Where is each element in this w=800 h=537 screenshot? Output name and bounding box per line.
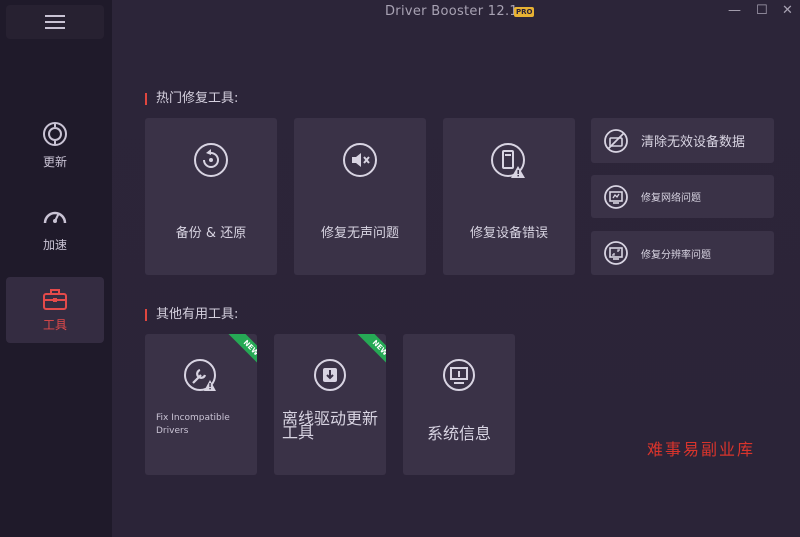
fix-no-sound-label: 修复无声问题 <box>320 226 399 241</box>
system-info-label: 系统信息 <box>426 424 491 443</box>
main-panel: Driver Booster 12.1 PRO — ☐ ✕ 热门修复工具: 备份… <box>112 0 800 537</box>
pro-badge: PRO <box>514 7 535 17</box>
fix-incompatible-drivers-card[interactable]: NEW Fix Incompatible Drivers <box>145 334 257 475</box>
system-info-icon <box>443 359 475 391</box>
app-title: Driver Booster 12.1 <box>385 4 518 19</box>
backup-restore-label: 备份 & 还原 <box>175 226 247 241</box>
offline-driver-update-card[interactable]: NEW 离线驱动更新工具 <box>274 334 386 475</box>
fix-network-label: 修复网络问题 <box>641 193 701 204</box>
close-button[interactable]: ✕ <box>782 3 793 18</box>
new-badge: NEW <box>223 334 257 368</box>
sidebar-item-label: 工具 <box>42 317 67 332</box>
sidebar-item-speedup[interactable]: 加速 <box>6 195 104 261</box>
sidebar-item-label: 更新 <box>42 154 67 169</box>
title-bar: Driver Booster 12.1 PRO — ☐ ✕ <box>112 0 800 26</box>
fix-resolution-card[interactable]: 修复分辨率问题 <box>591 231 774 275</box>
network-fix-icon <box>604 184 628 209</box>
sidebar: 更新 加速 工具 <box>0 0 112 537</box>
offline-driver-update-label: 离线驱动更新工具 <box>282 409 379 442</box>
clean-device-icon <box>604 128 628 153</box>
fix-driver-icon <box>184 359 216 391</box>
device-error-icon <box>491 143 525 178</box>
sidebar-item-tools[interactable]: 工具 <box>6 277 104 343</box>
speedometer-icon <box>43 211 67 223</box>
fix-device-error-card[interactable]: 修复设备错误 <box>443 118 575 275</box>
sidebar-item-update[interactable]: 更新 <box>6 112 104 178</box>
fix-resolution-label: 修复分辨率问题 <box>641 249 711 261</box>
minimize-button[interactable]: — <box>728 3 741 18</box>
fix-network-card[interactable]: 修复网络问题 <box>591 175 774 218</box>
clean-device-data-card[interactable]: 清除无效设备数据 <box>591 118 774 163</box>
backup-restore-card[interactable]: 备份 & 还原 <box>145 118 277 275</box>
toolbox-icon <box>43 288 67 310</box>
fix-device-error-label: 修复设备错误 <box>469 226 548 241</box>
backup-restore-icon <box>194 143 228 177</box>
offline-update-icon <box>314 359 346 391</box>
other-tools-heading: 其他有用工具: <box>145 308 238 321</box>
watermark-text: 难事易副业库 <box>647 440 756 459</box>
resolution-fix-icon <box>604 241 628 265</box>
update-icon <box>43 121 67 146</box>
menu-button[interactable] <box>6 5 104 39</box>
sound-mute-icon <box>343 143 377 177</box>
hamburger-icon <box>45 15 65 29</box>
system-info-card[interactable]: 系统信息 <box>403 334 515 475</box>
fix-no-sound-card[interactable]: 修复无声问题 <box>294 118 426 275</box>
maximize-button[interactable]: ☐ <box>756 3 768 18</box>
hot-tools-heading: 热门修复工具: <box>145 92 238 105</box>
sidebar-item-label: 加速 <box>42 237 67 252</box>
clean-device-data-label: 清除无效设备数据 <box>641 135 746 150</box>
fix-incompatible-drivers-label: Fix Incompatible Drivers <box>156 413 230 436</box>
new-badge: NEW <box>352 334 386 368</box>
